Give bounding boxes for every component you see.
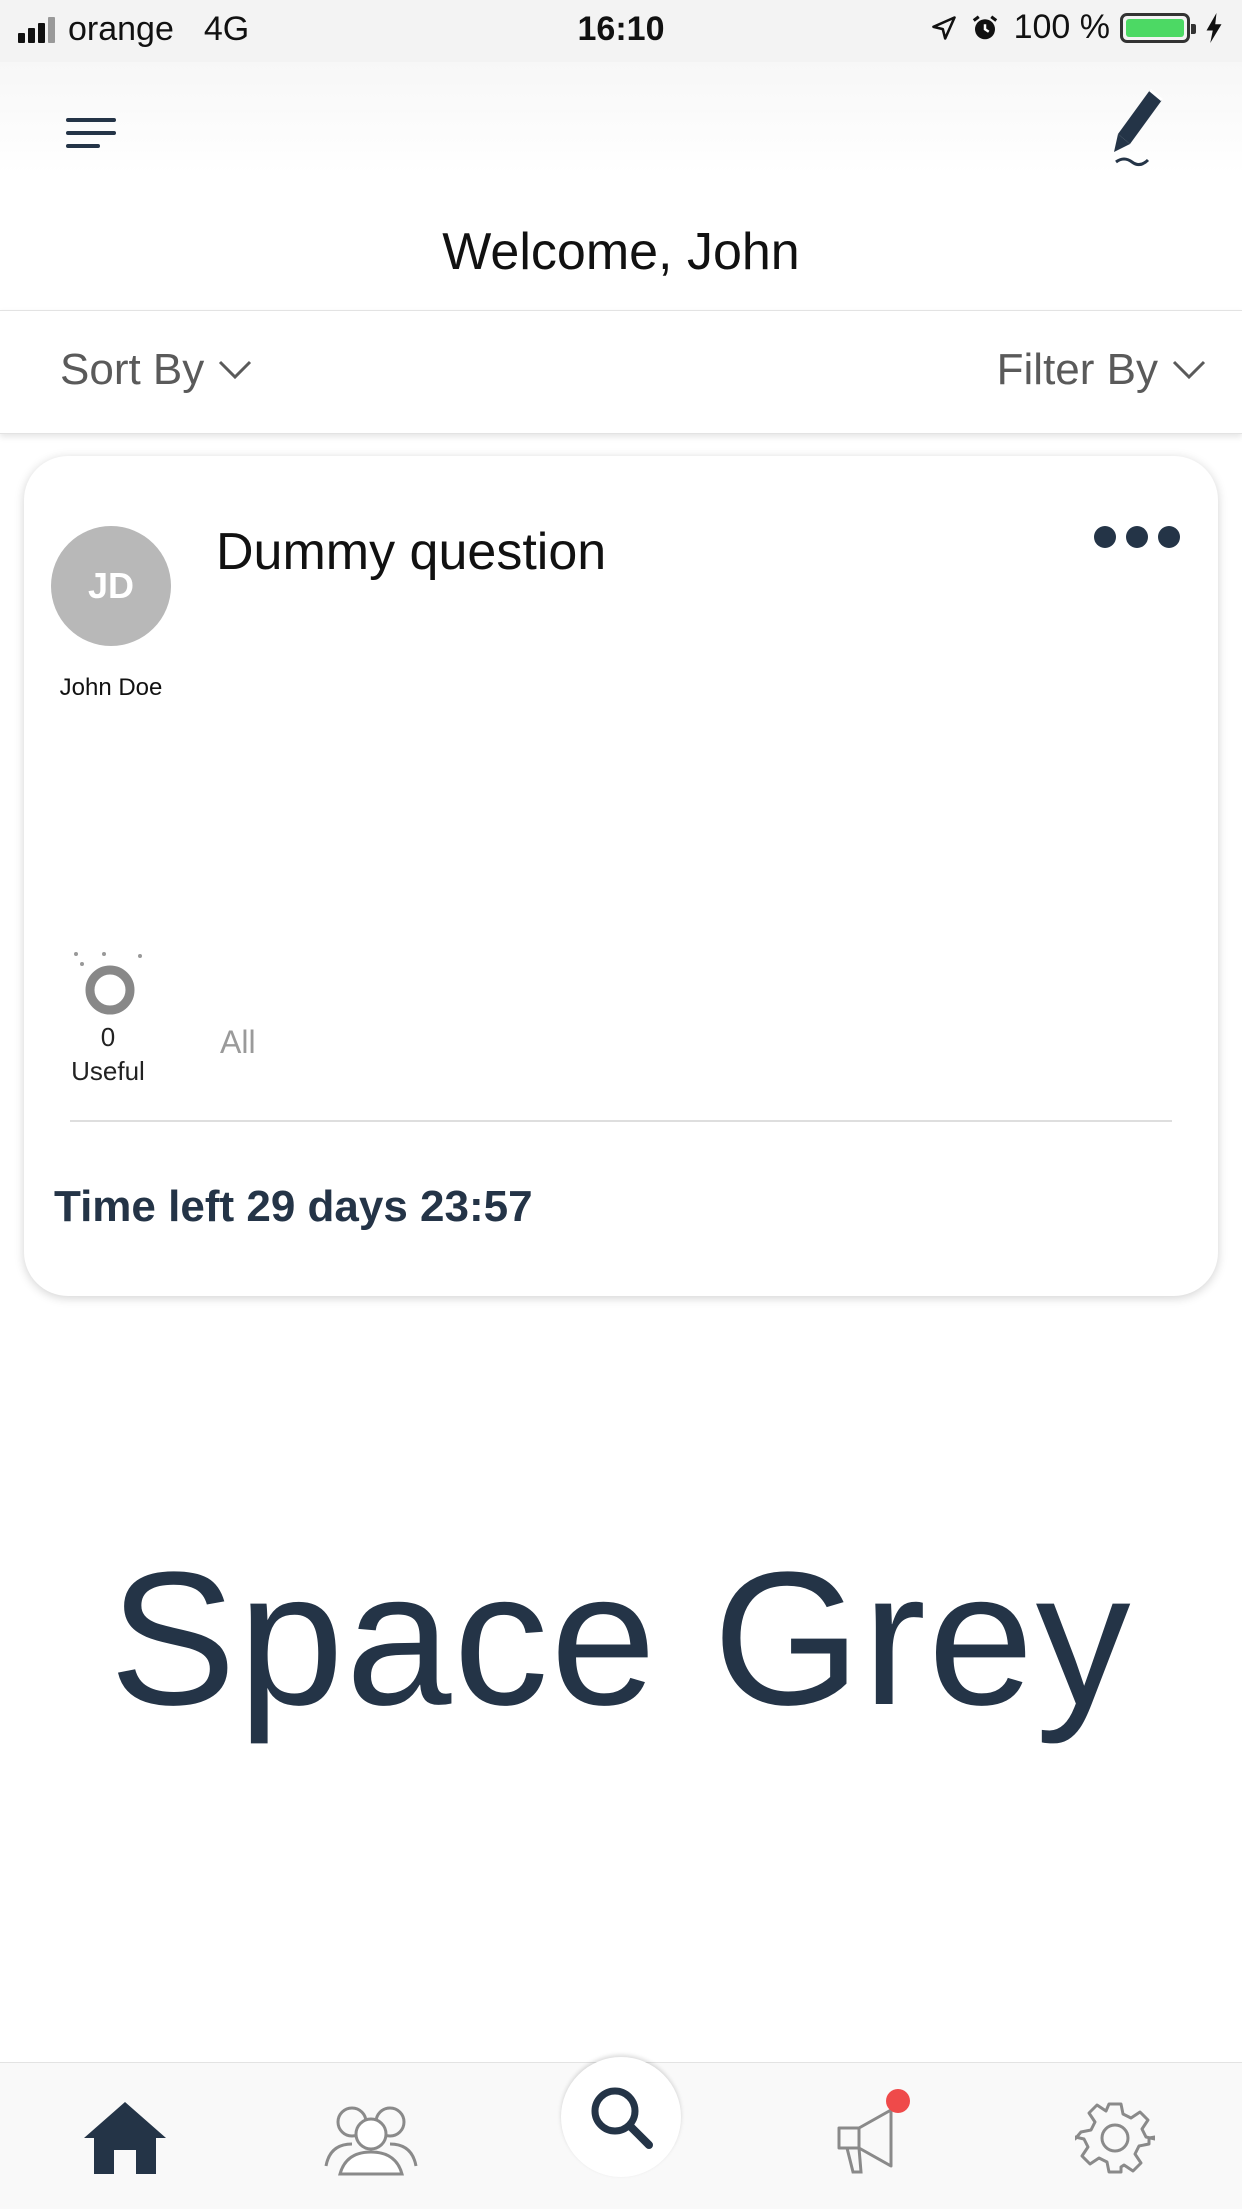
- time-left-text: Time left 29 days 23:57: [54, 1182, 533, 1231]
- settings-gear-icon: [1075, 2102, 1155, 2174]
- sort-by-dropdown[interactable]: Sort By: [60, 345, 252, 395]
- question-card[interactable]: JD John Doe Dummy question 0 Useful All …: [24, 456, 1218, 1296]
- sort-by-label: Sort By: [60, 345, 205, 394]
- bottom-tab-bar: [0, 2057, 1242, 2209]
- tab-settings[interactable]: [1060, 2083, 1170, 2193]
- pencil-icon: [1114, 88, 1163, 167]
- compose-question-button[interactable]: [1102, 84, 1172, 174]
- chevron-down-icon: [1172, 360, 1206, 380]
- battery-icon: [1120, 12, 1196, 43]
- question-title[interactable]: Dummy question: [216, 522, 606, 582]
- status-bar: orange 4G 16:10 100 %: [0, 0, 1242, 62]
- tab-community[interactable]: [316, 2083, 426, 2193]
- card-divider: [70, 1120, 1172, 1122]
- dot-icon: [1126, 526, 1148, 548]
- notification-badge: [886, 2089, 910, 2113]
- useful-label: Useful: [71, 1056, 145, 1086]
- useful-count: 0: [100, 1022, 116, 1052]
- battery-percent: 100 %: [1013, 8, 1110, 46]
- chevron-down-icon: [219, 360, 252, 380]
- users-icon: [324, 2106, 418, 2176]
- tab-search[interactable]: [561, 2057, 681, 2177]
- alarm-icon: [972, 15, 997, 39]
- charging-bolt-icon: [1206, 12, 1222, 43]
- more-options-button[interactable]: [1084, 526, 1180, 548]
- location-arrow-icon: [931, 15, 956, 40]
- sort-filter-bar: Sort By Filter By: [0, 310, 1242, 434]
- search-icon: [591, 2087, 653, 2149]
- all-answers-link[interactable]: All: [220, 1024, 256, 1061]
- useful-vote-icon[interactable]: [68, 946, 148, 1026]
- tab-home[interactable]: [70, 2083, 180, 2193]
- status-right: 100 %: [930, 8, 1224, 47]
- dot-icon: [1158, 526, 1180, 548]
- app-header: Welcome, John: [0, 62, 1242, 312]
- device-color-watermark: Space Grey: [109, 1533, 1133, 1745]
- dot-icon: [1094, 526, 1116, 548]
- hamburger-menu-button[interactable]: [66, 104, 122, 160]
- welcome-title: Welcome, John: [442, 223, 800, 281]
- avatar[interactable]: JD: [51, 526, 171, 646]
- tab-announcements[interactable]: [814, 2083, 924, 2193]
- author-name: John Doe: [59, 674, 163, 701]
- filter-by-dropdown[interactable]: Filter By: [997, 345, 1206, 395]
- filter-by-label: Filter By: [996, 345, 1158, 394]
- home-icon: [84, 2102, 166, 2174]
